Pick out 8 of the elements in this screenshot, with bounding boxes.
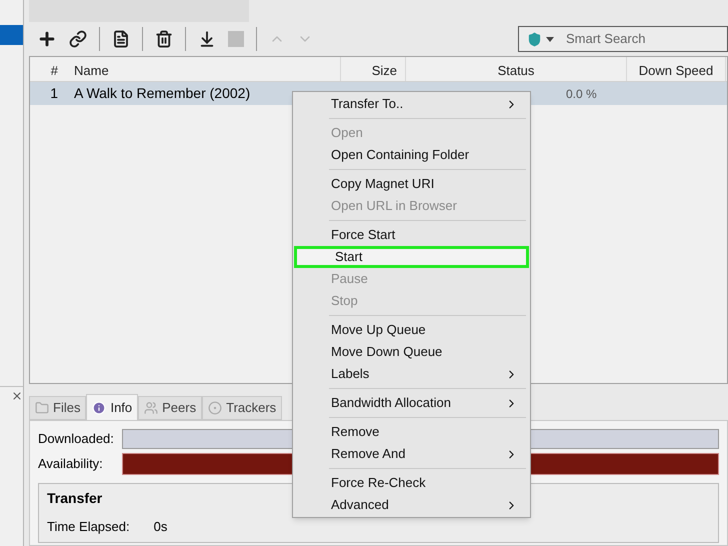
field-label: Time Elapsed: xyxy=(47,518,130,536)
group-title: Transfer xyxy=(47,489,102,508)
field-value: 0s xyxy=(154,518,168,536)
row-number: 1 xyxy=(49,84,59,103)
status-text: 0.0 % xyxy=(566,87,597,101)
torrent-name: A Walk to Remember (2002) xyxy=(74,85,250,101)
field-label: Availability: xyxy=(38,455,104,474)
field-label: Downloaded: xyxy=(38,430,115,448)
